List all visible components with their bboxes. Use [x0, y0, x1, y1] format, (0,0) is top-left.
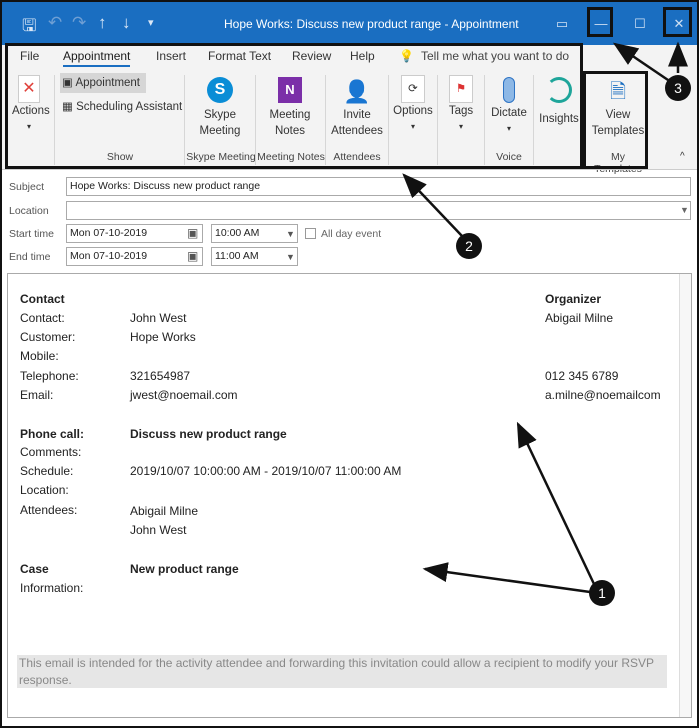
- callout-arrow: [612, 42, 669, 82]
- callout-arrow: [422, 562, 591, 594]
- callout-arrow: [516, 421, 596, 585]
- callout-number: 3: [674, 80, 682, 96]
- callout-number: 1: [598, 585, 606, 601]
- callout-arrow: [402, 173, 463, 237]
- annotations: 1 2 3: [402, 41, 691, 606]
- callout-number: 2: [465, 238, 473, 254]
